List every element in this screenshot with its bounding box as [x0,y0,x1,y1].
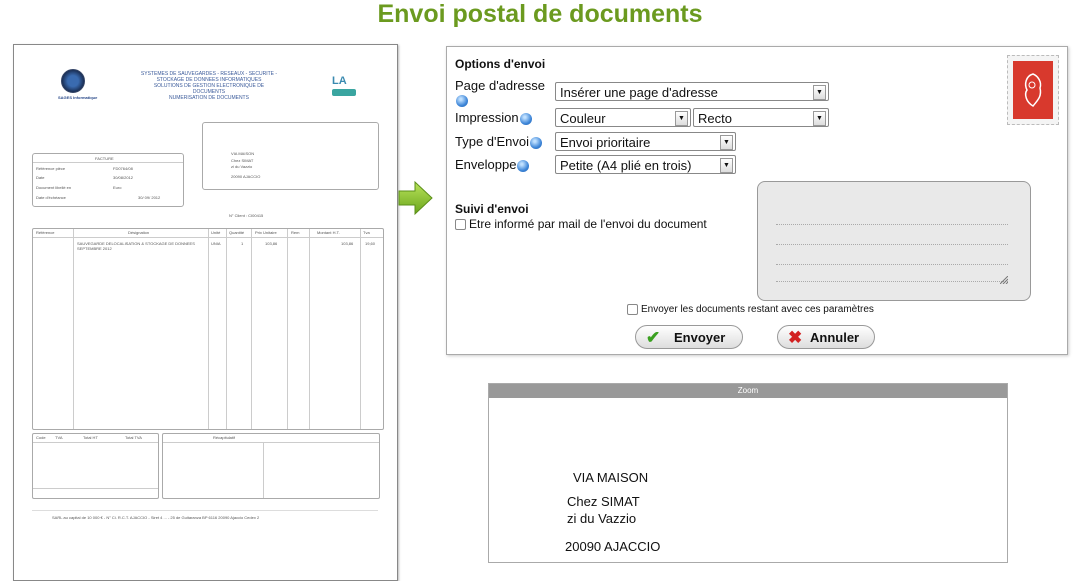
send-button[interactable]: ✔ Envoyer [635,325,743,349]
cancel-button[interactable]: ✖ Annuler [777,325,875,349]
dropdown-arrow-icon: ▼ [813,111,826,126]
page-adresse-label: Page d'adresse [455,78,545,93]
dropdown-arrow-icon: ▼ [813,85,826,100]
partner-logo: LA [332,75,356,96]
svg-text:LA: LA [332,75,347,87]
company-logo [61,69,85,93]
invoice-lines-table: Référence Désignation Unité Quantité Pri… [32,228,384,430]
restants-checkbox[interactable] [627,304,638,315]
marianne-icon [1024,73,1042,107]
zoom-panel: Zoom VIA MAISON Chez SIMAT zi du Vazzio … [488,383,1008,563]
checkmark-icon: ✔ [646,328,661,347]
suivi-checkbox-row[interactable]: Etre informé par mail de l'envoi du docu… [455,217,707,231]
zoom-line: zi du Vazzio [567,511,637,526]
zoom-line: VIA MAISON [573,470,649,485]
type-envoi-label: Type d'Envoi [455,134,543,149]
recap-box: Récapitulatif [162,433,380,499]
page-title: Envoi postal de documents [377,0,703,28]
zoom-line: Chez SIMAT [567,494,640,509]
type-envoi-select[interactable]: Envoi prioritaire ▼ [555,132,736,151]
help-icon[interactable] [530,136,543,149]
zoom-line: 20090 AJACCIO [565,539,661,554]
enveloppe-label: Enveloppe [455,157,530,172]
resize-handle-icon[interactable] [1000,276,1008,284]
recipient-box: VIA MAISON Chez SIMAT zi du Vazzio 20090… [202,122,379,190]
options-title: Options d'envoi [455,57,546,71]
recto-select[interactable]: Recto ▼ [693,108,829,127]
suivi-email-textarea[interactable] [757,181,1031,301]
impression-select[interactable]: Couleur ▼ [555,108,691,127]
vat-summary-table: Code TVA Total HT Total TVA [32,433,159,499]
dropdown-arrow-icon: ▼ [675,111,688,126]
document-footer: SARL au capital de 10 000 € - N° Ci. R.C… [52,515,260,520]
dropdown-arrow-icon: ▼ [720,135,733,150]
help-icon[interactable] [519,112,532,125]
invoice-info-box: FACTURE Référence pièce FD0764/08 Date 3… [32,153,184,207]
client-number: N° Client : CI00415 [229,213,264,218]
send-options-panel: Options d'envoi Page d'adresse Insérer u… [446,46,1068,355]
company-header: SYSTEMES DE SAUVEGARDES - RESEAUX - SECU… [140,71,278,101]
help-icon[interactable] [456,95,468,107]
arrow-right-icon [398,180,433,216]
suivi-title: Suivi d'envoi [455,202,529,216]
suivi-checkbox[interactable] [455,219,466,231]
company-logo-text: SAGES Informatique [58,95,98,100]
impression-label: Impression [455,110,532,125]
zoom-header: Zoom [489,384,1007,398]
close-icon: ✖ [788,328,803,347]
help-icon[interactable] [517,159,530,172]
enveloppe-select[interactable]: Petite (A4 plié en trois) ▼ [555,155,736,174]
stamp-image [1007,55,1059,125]
dropdown-arrow-icon: ▼ [720,158,733,173]
page-adresse-select[interactable]: Insérer une page d'adresse ▼ [555,82,829,101]
document-preview: SAGES Informatique LA SYSTEMES DE SAUVEG… [13,44,398,581]
restants-checkbox-row[interactable]: Envoyer les documents restant avec ces p… [627,304,874,315]
